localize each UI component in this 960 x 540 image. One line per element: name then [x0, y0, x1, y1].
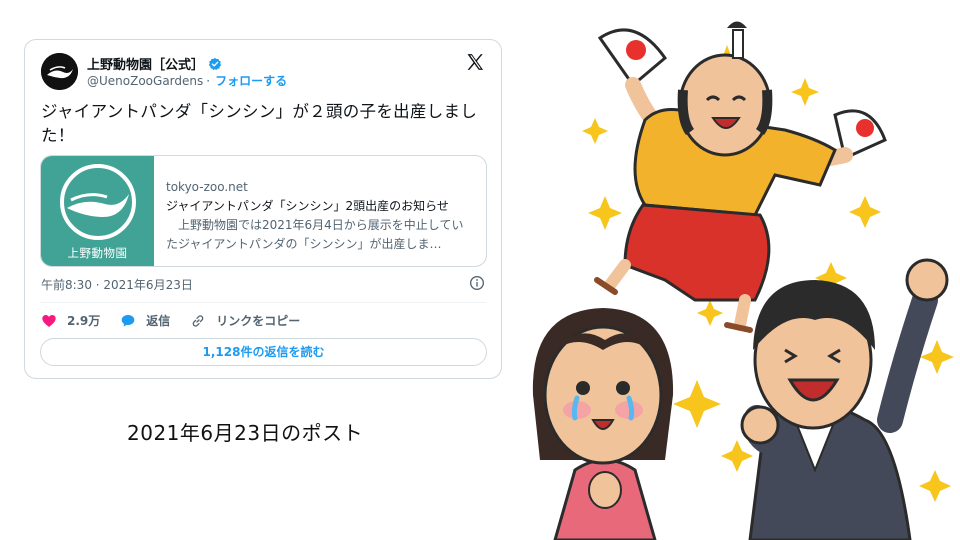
reply-button[interactable]: 返信 [120, 312, 170, 329]
man-celebrating-figure [594, 21, 887, 333]
verified-badge-icon [208, 57, 222, 70]
ueno-zoo-avatar[interactable] [41, 53, 78, 90]
like-count: 2.9万 [67, 314, 101, 328]
celebration-illustration [532, 21, 954, 540]
zoo-crane-logo-icon [60, 164, 136, 240]
bird-logo-icon [41, 53, 78, 90]
link-domain: tokyo-zoo.net [166, 180, 248, 194]
copy-link-button[interactable]: リンクをコピー [190, 312, 300, 329]
woman-happy-tears-figure [532, 308, 674, 540]
link-text: tokyo-zoo.net ジャイアントパンダ「シンシン」2頭出産のお知らせ 上… [154, 156, 486, 266]
link-thumbnail: 上野動物園 [41, 156, 154, 266]
copy-link-label: リンクをコピー [216, 314, 301, 328]
link-preview-card[interactable]: 上野動物園 tokyo-zoo.net ジャイアントパンダ「シンシン」2頭出産の… [40, 155, 487, 267]
post-date-caption: 2021年6月23日のポスト [127, 421, 364, 445]
info-icon[interactable] [469, 275, 485, 291]
reply-label: 返信 [146, 314, 171, 328]
separator-dot: · [206, 73, 211, 88]
link-icon [193, 314, 204, 327]
thumbnail-label: 上野動物園 [67, 246, 128, 260]
x-logo-icon[interactable] [465, 52, 485, 72]
link-title: ジャイアントパンダ「シンシン」2頭出産のお知らせ [166, 199, 449, 213]
post-text: ジャイアントパンダ「シンシン」が２頭の子を出産しました！ [41, 102, 478, 145]
read-replies-button[interactable]: 1,128件の返信を読む [40, 338, 487, 366]
action-bar: 2.9万 返信 リンクをコピー [41, 312, 320, 329]
author-name[interactable]: 上野動物園［公式］ [87, 54, 204, 73]
like-button[interactable]: 2.9万 [41, 312, 100, 329]
businessman-cheering-figure [740, 258, 949, 540]
post-timestamp[interactable]: 午前8:30 · 2021年6月23日 [41, 276, 193, 293]
speech-bubble-icon [121, 314, 135, 327]
link-description: 上野動物園では2021年6月4日から展示を中止していたジャイアントパンダの「シン… [166, 218, 464, 251]
handle-row: @UenoZooGardens · フォローする [87, 72, 287, 89]
author-name-row[interactable]: 上野動物園［公式］ [87, 54, 222, 73]
author-handle[interactable]: @UenoZooGardens [87, 74, 203, 88]
follow-button[interactable]: フォローする [215, 72, 287, 89]
heart-icon [42, 314, 56, 327]
divider [40, 302, 486, 303]
embedded-post: 上野動物園［公式］ @UenoZooGardens · フォローする ジャイアン… [24, 39, 502, 379]
